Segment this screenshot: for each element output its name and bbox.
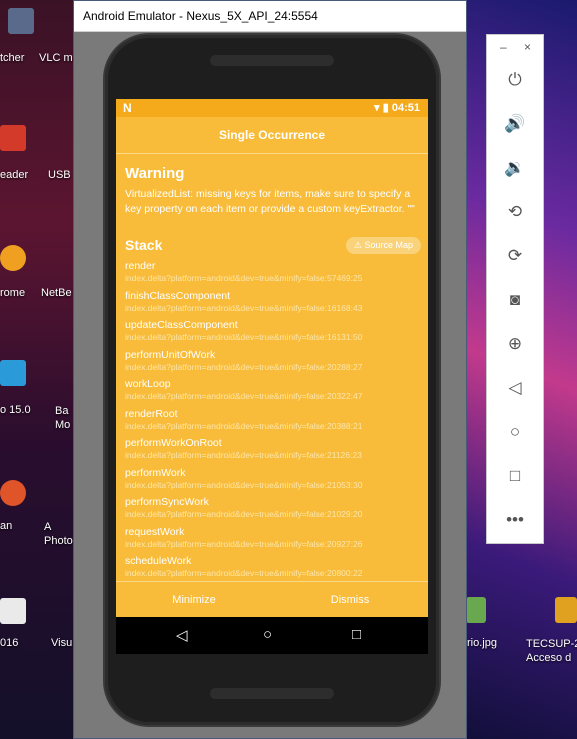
stack-frame[interactable]: workLoop index.delta?platform=android&de… [125, 378, 421, 405]
frame-location: index.delta?platform=android&dev=true&mi… [125, 450, 362, 460]
emulator-window: Android Emulator - Nexus_5X_API_24:5554 … [73, 0, 467, 739]
desktop-icon[interactable] [0, 360, 26, 386]
frame-function: performSyncWork [125, 496, 209, 508]
stack-frame[interactable]: finishClassComponent index.delta?platfor… [125, 290, 421, 317]
desktop-label[interactable]: eader [0, 169, 28, 181]
overview-nav-icon[interactable]: □ [352, 626, 361, 643]
desktop-icon[interactable] [0, 480, 26, 506]
frame-function: updateClassComponent [125, 319, 238, 331]
image-file-icon[interactable] [466, 597, 486, 623]
frame-location: index.delta?platform=android&dev=true&mi… [125, 538, 363, 549]
redbox-content[interactable]: Warning VirtualizedList: missing keys fo… [125, 159, 421, 582]
frame-function: performWorkOnRoot [125, 437, 222, 449]
dismiss-button[interactable]: Dismiss [272, 582, 428, 618]
desktop-label[interactable]: rio.jpg [467, 637, 497, 649]
frame-location: index.delta?platform=android&dev=true&mi… [125, 391, 363, 401]
desktop-label[interactable]: an [0, 520, 12, 532]
desktop-label[interactable]: Visu [51, 637, 72, 649]
redbox-title: Single Occurrence [116, 117, 428, 154]
stack-frame[interactable]: render index.delta?platform=android&dev=… [125, 260, 421, 287]
power-icon[interactable]: ⏻ [500, 65, 530, 95]
shortcut-icon[interactable] [555, 597, 577, 623]
rotate-left-icon[interactable]: ⟲ [500, 197, 530, 227]
warning-icon: ⚠ [353, 240, 362, 250]
stack-frame[interactable]: updateClassComponent index.delta?platfor… [125, 319, 421, 346]
status-time: 04:51 [391, 102, 420, 114]
source-map-label: Source Map [364, 240, 413, 250]
desktop-label[interactable]: o 15.0 [0, 404, 31, 416]
panel-close-button[interactable]: × [524, 40, 531, 54]
desktop-label[interactable]: VLC m [39, 52, 73, 64]
frame-location: index.delta?platform=android&dev=true&mi… [125, 361, 363, 372]
stack-frame[interactable]: performWork index.delta?platform=android… [125, 467, 421, 494]
window-title: Android Emulator - Nexus_5X_API_24:5554 [74, 1, 466, 32]
stack-frame[interactable]: requestWork index.delta?platform=android… [125, 526, 421, 553]
overview-icon[interactable]: □ [500, 461, 530, 491]
desktop-label[interactable]: Ba Mo [55, 404, 75, 432]
emulator-control-panel: – × ⏻ 🔊 🔉 ⟲ ⟳ ◙ ⊕ ◁ ○ □ ••• [486, 34, 544, 544]
stack-title: Stack [125, 237, 163, 253]
frame-location: index.delta?platform=android&dev=true&mi… [125, 273, 363, 283]
desktop-icon[interactable] [0, 598, 26, 624]
more-icon[interactable]: ••• [500, 505, 530, 535]
volume-up-icon[interactable]: 🔊 [500, 109, 530, 139]
screenshot-icon[interactable]: ◙ [500, 285, 530, 315]
volume-down-icon[interactable]: 🔉 [500, 153, 530, 183]
frame-function: renderRoot [125, 407, 178, 420]
frame-location: index.delta?platform=android&dev=true&mi… [125, 332, 363, 342]
frame-function: performUnitOfWork [125, 348, 216, 361]
home-icon[interactable]: ○ [500, 417, 530, 447]
frame-function: finishClassComponent [125, 289, 231, 302]
source-map-button[interactable]: ⚠ Source Map [345, 237, 421, 254]
warning-title: Warning [125, 165, 185, 182]
zoom-icon[interactable]: ⊕ [500, 329, 530, 359]
notification-icon: N [123, 101, 132, 115]
desktop-label[interactable]: 016 [0, 637, 18, 649]
desktop-label[interactable]: TECSUP-2 Acceso d [526, 637, 577, 665]
back-nav-icon[interactable]: ◁ [176, 626, 188, 644]
desktop-icon[interactable] [0, 125, 26, 151]
stack-header: Stack ⚠ Source Map [125, 233, 421, 257]
bottom-speaker [210, 688, 334, 699]
frame-location: index.delta?platform=android&dev=true&mi… [125, 420, 363, 431]
stack-frame[interactable]: performSyncWork index.delta?platform=and… [125, 496, 421, 523]
desktop-label[interactable]: USB [48, 169, 71, 181]
minimize-button[interactable]: Minimize [116, 582, 272, 618]
status-bar: N ▾ ▮ 04:51 [116, 99, 428, 117]
frame-function: scheduleWork [125, 555, 192, 567]
stack-frame[interactable]: renderRoot index.delta?platform=android&… [125, 408, 421, 435]
redbox-footer: Minimize Dismiss [116, 581, 428, 618]
wifi-icon: ▾ [374, 102, 380, 114]
desktop-label[interactable]: tcher [0, 52, 24, 64]
android-nav-bar: ◁ ○ □ [116, 617, 428, 654]
frame-function: workLoop [125, 378, 171, 390]
frame-location: index.delta?platform=android&dev=true&mi… [125, 302, 363, 313]
top-speaker [210, 55, 334, 66]
rotate-right-icon[interactable]: ⟳ [500, 241, 530, 271]
desktop-label[interactable]: rome [0, 287, 25, 299]
frame-location: index.delta?platform=android&dev=true&mi… [125, 509, 363, 519]
desktop-icon[interactable] [8, 8, 34, 34]
device-screen: N ▾ ▮ 04:51 Single Occurrence Warning Vi… [116, 99, 428, 654]
back-icon[interactable]: ◁ [500, 373, 530, 403]
desktop-icon[interactable] [0, 245, 26, 271]
stack-frame[interactable]: scheduleWork index.delta?platform=androi… [125, 555, 421, 582]
warning-message: VirtualizedList: missing keys for items,… [125, 188, 415, 215]
frame-function: requestWork [125, 525, 185, 538]
frame-function: render [125, 260, 156, 272]
desktop-label[interactable]: NetBe [41, 287, 72, 299]
battery-icon: ▮ [382, 102, 389, 114]
frame-location: index.delta?platform=android&dev=true&mi… [125, 568, 363, 578]
frame-function: performWork [125, 466, 186, 479]
home-nav-icon[interactable]: ○ [263, 626, 272, 643]
stack-frame[interactable]: performUnitOfWork index.delta?platform=a… [125, 349, 421, 376]
stack-frame[interactable]: performWorkOnRoot index.delta?platform=a… [125, 437, 421, 464]
desktop-label[interactable]: A Photo [44, 520, 76, 548]
panel-minimize-button[interactable]: – [500, 40, 507, 54]
frame-location: index.delta?platform=android&dev=true&mi… [125, 479, 363, 490]
